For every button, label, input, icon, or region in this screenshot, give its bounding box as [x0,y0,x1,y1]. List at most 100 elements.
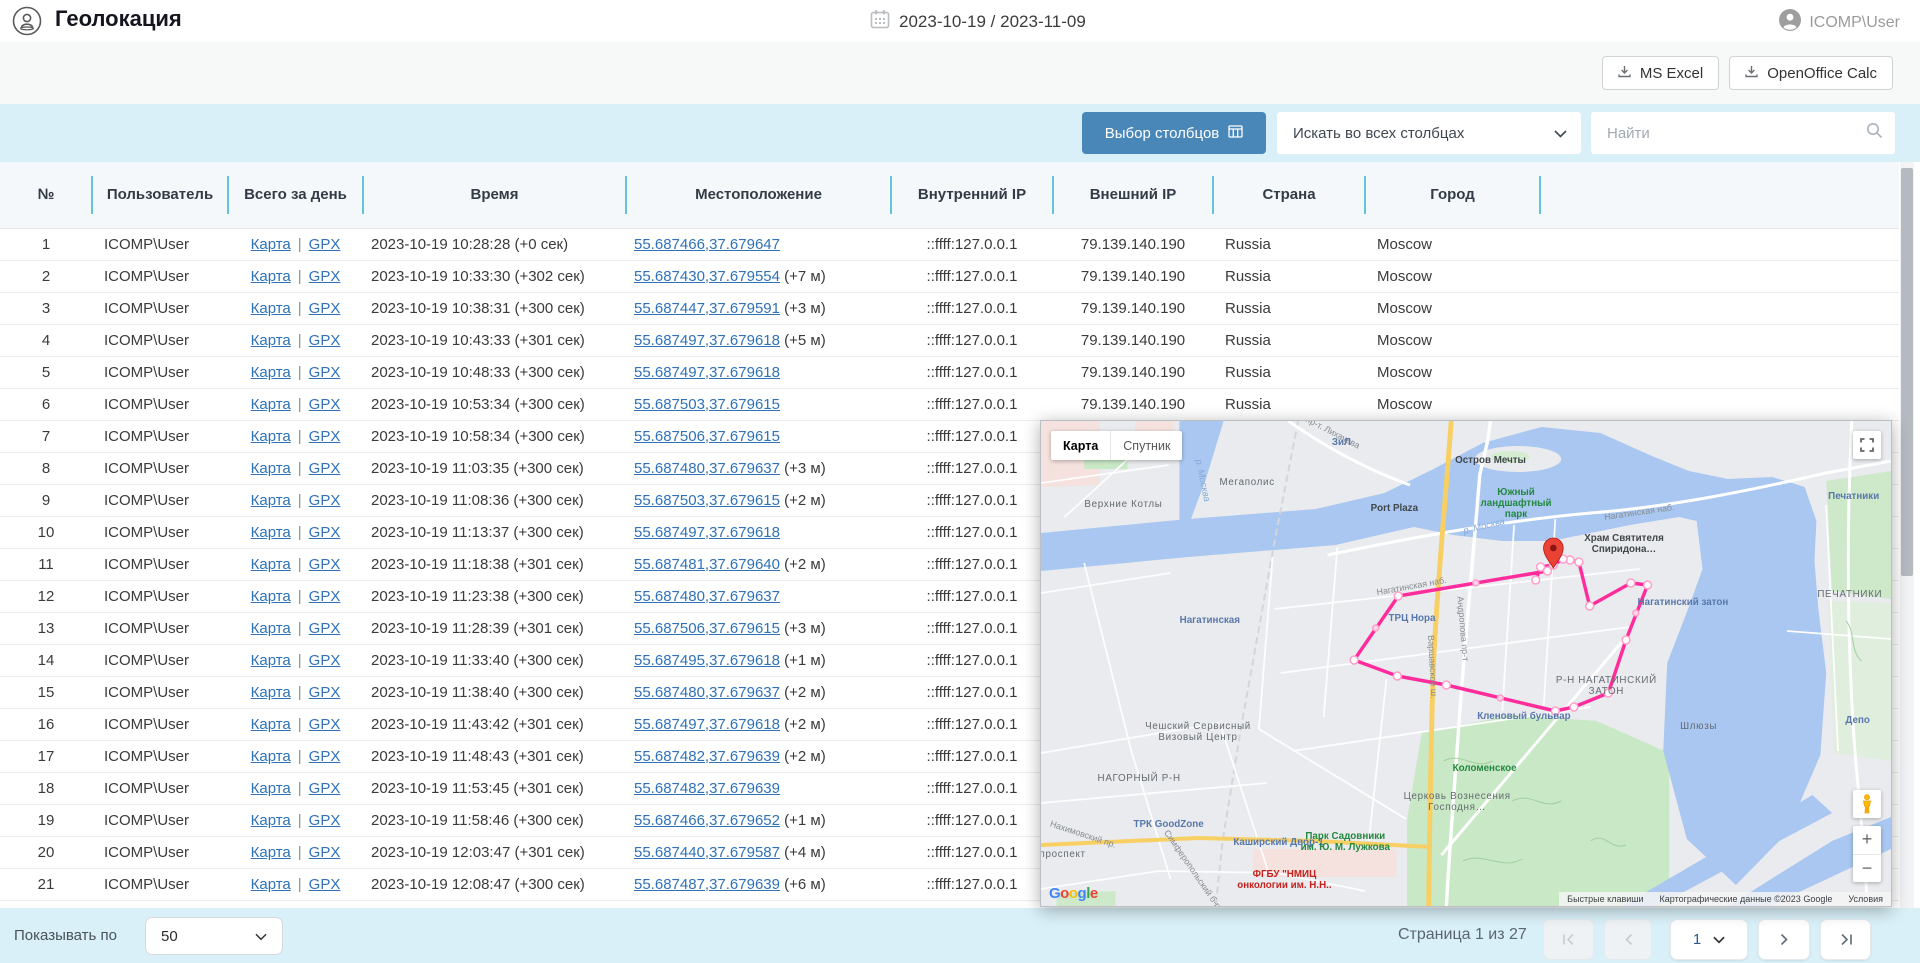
gpx-link[interactable]: GPX [309,556,341,573]
map-link[interactable]: Карта [251,460,291,477]
gpx-link[interactable]: GPX [309,620,341,637]
map-link[interactable]: Карта [251,300,291,317]
gpx-link[interactable]: GPX [309,812,341,829]
gpx-link[interactable]: GPX [309,428,341,445]
column-header-1[interactable]: № [0,162,92,228]
map-link[interactable]: Карта [251,268,291,285]
map-type-satellite-button[interactable]: Спутник [1110,431,1182,460]
column-select-button[interactable]: Выбор столбцов [1082,112,1266,154]
map-link[interactable]: Карта [251,588,291,605]
gpx-link[interactable]: GPX [309,876,341,893]
current-page-select[interactable]: 1 [1670,919,1748,960]
gpx-link[interactable]: GPX [309,716,341,733]
gpx-link[interactable]: GPX [309,844,341,861]
location-link[interactable]: 55.687497,37.679618 [634,332,780,349]
location-link[interactable]: 55.687497,37.679618 [634,716,780,733]
user-account[interactable]: ICOMP\User [1779,9,1900,36]
gpx-link[interactable]: GPX [309,236,341,253]
map-canvas[interactable]: Верхние КотлыНАГОРНЫЙ Р-ННагатинскаяр. М… [1041,421,1891,906]
location-link[interactable]: 55.687482,37.679639 [634,780,780,797]
export-openoffice-button[interactable]: OpenOffice Calc [1729,56,1893,90]
last-page-button[interactable] [1820,919,1871,960]
time-cell: 2023-10-19 11:13:37 (+300 сек) [363,524,626,541]
column-header-5[interactable]: Местоположение [626,162,891,228]
location-link[interactable]: 55.687482,37.679639 [634,748,780,765]
map-overlay[interactable]: Верхние КотлыНАГОРНЫЙ Р-ННагатинскаяр. М… [1040,420,1892,907]
gpx-link[interactable]: GPX [309,684,341,701]
column-header-9[interactable]: Город [1365,162,1540,228]
zoom-in-button[interactable]: + [1853,826,1881,855]
gpx-link[interactable]: GPX [309,780,341,797]
location-link[interactable]: 55.687447,37.679591 [634,300,780,317]
map-link[interactable]: Карта [251,524,291,541]
terms-link[interactable]: Условия [1848,894,1883,904]
location-link[interactable]: 55.687466,37.679652 [634,812,780,829]
map-link[interactable]: Карта [251,876,291,893]
location-link[interactable]: 55.687466,37.679647 [634,236,780,253]
location-link[interactable]: 55.687503,37.679615 [634,492,780,509]
map-link[interactable]: Карта [251,364,291,381]
gpx-link[interactable]: GPX [309,748,341,765]
map-link[interactable]: Карта [251,684,291,701]
keyboard-shortcuts-link[interactable]: Быстрые клавиши [1567,894,1643,904]
page-size-select[interactable]: 50 [145,917,283,955]
location-link[interactable]: 55.687480,37.679637 [634,460,780,477]
scrollbar-thumb[interactable] [1901,168,1913,576]
location-link[interactable]: 55.687503,37.679615 [634,396,780,413]
next-page-button[interactable] [1758,919,1810,960]
map-link[interactable]: Карта [251,492,291,509]
search-input[interactable] [1605,124,1859,143]
gpx-link[interactable]: GPX [309,588,341,605]
column-header-7[interactable]: Внешний IP [1053,162,1213,228]
gpx-link[interactable]: GPX [309,332,341,349]
map-link[interactable]: Карта [251,716,291,733]
location-link[interactable]: 55.687481,37.679640 [634,556,780,573]
location-link[interactable]: 55.687480,37.679637 [634,588,780,605]
column-header-4[interactable]: Время [363,162,626,228]
gpx-link[interactable]: GPX [309,524,341,541]
map-link[interactable]: Карта [251,780,291,797]
map-type-map-button[interactable]: Карта [1051,431,1110,460]
fullscreen-button[interactable] [1853,431,1881,459]
location-link[interactable]: 55.687495,37.679618 [634,652,780,669]
location-link[interactable]: 55.687430,37.679554 [634,268,780,285]
gpx-link[interactable]: GPX [309,268,341,285]
map-link[interactable]: Карта [251,396,291,413]
location-link[interactable]: 55.687487,37.679639 [634,876,780,893]
search-scope-select[interactable]: Искать во всех столбцах [1277,112,1581,154]
map-link[interactable]: Карта [251,812,291,829]
gpx-link[interactable]: GPX [309,492,341,509]
zoom-out-button[interactable]: − [1853,855,1881,883]
column-header-8[interactable]: Страна [1213,162,1365,228]
gpx-link[interactable]: GPX [309,652,341,669]
map-link[interactable]: Карта [251,620,291,637]
export-excel-button[interactable]: MS Excel [1602,56,1719,90]
map-link[interactable]: Карта [251,236,291,253]
gpx-link[interactable]: GPX [309,364,341,381]
map-link[interactable]: Карта [251,332,291,349]
map-link[interactable]: Карта [251,652,291,669]
location-link[interactable]: 55.687497,37.679618 [634,364,780,381]
gpx-link[interactable]: GPX [309,300,341,317]
location-link[interactable]: 55.687506,37.679615 [634,620,780,637]
map-link[interactable]: Карта [251,748,291,765]
first-page-button[interactable] [1543,919,1594,960]
map-link[interactable]: Карта [251,428,291,445]
day-links-cell: Карта|GPX [228,364,363,381]
gpx-link[interactable]: GPX [309,460,341,477]
location-link[interactable]: 55.687497,37.679618 [634,524,780,541]
previous-page-button[interactable] [1604,919,1652,960]
location-link[interactable]: 55.687440,37.679587 [634,844,780,861]
location-link[interactable]: 55.687506,37.679615 [634,428,780,445]
location-link[interactable]: 55.687480,37.679637 [634,684,780,701]
column-header-3[interactable]: Всего за день [228,162,363,228]
column-header-6[interactable]: Внутренний IP [891,162,1053,228]
pegman-button[interactable] [1853,790,1881,818]
gpx-link[interactable]: GPX [309,396,341,413]
internal-ip-cell: ::ffff:127.0.0.1 [891,556,1053,573]
map-link[interactable]: Карта [251,844,291,861]
vertical-scrollbar[interactable] [1900,162,1914,908]
date-range-picker[interactable]: 2023-10-19 / 2023-11-09 [870,9,1086,34]
map-link[interactable]: Карта [251,556,291,573]
column-header-2[interactable]: Пользователь [92,162,228,228]
